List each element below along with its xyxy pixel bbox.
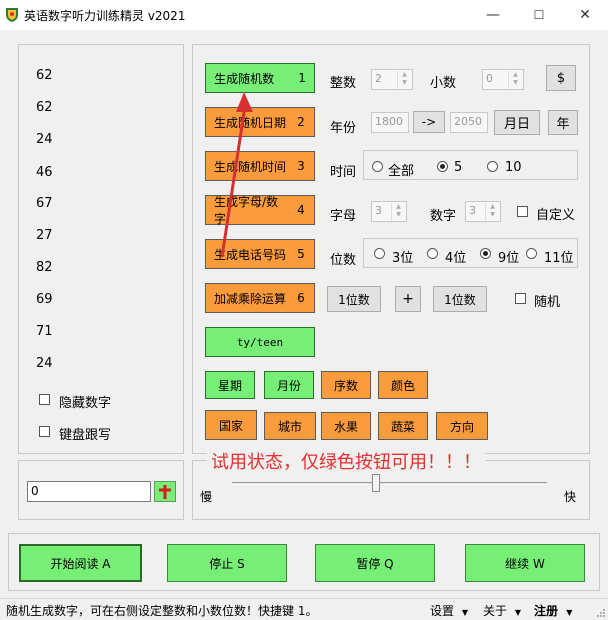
number-item: 71 [36,324,53,339]
spinner-arrows-icon[interactable]: ▲ ▼ [397,71,411,89]
title-bar: 英语数字听力训练精灵 v2021 — ☐ ✕ [0,0,608,30]
time-all-radio[interactable] [372,161,383,172]
month-day-button[interactable]: 月日 [494,110,540,135]
spinner-arrows-icon[interactable]: ▲ ▼ [391,203,405,221]
operator-button[interactable]: + [395,286,421,312]
speed-slider-track[interactable] [232,482,547,485]
time-5-label: 5 [454,160,463,175]
letter-count-spinner[interactable]: 3 ▲ ▼ [371,201,407,222]
keyboard-follow-checkbox[interactable] [39,426,50,437]
color-button[interactable]: 颜色 [378,371,428,399]
letter-count-value: 3 [375,204,382,217]
custom-label: 自定义 [536,208,576,223]
year-button[interactable]: 年 [548,110,578,135]
speed-slider-thumb[interactable] [372,474,380,492]
digits-11-radio[interactable] [526,248,537,259]
trial-notice: 试用状态，仅绿色按钮可用！！！ [207,448,485,474]
keyboard-follow-label: 键盘跟写 [59,428,112,443]
dropdown-icon: ▼ [566,608,573,617]
number-item: 46 [36,165,53,180]
year-to-input[interactable]: 2050 [450,112,488,133]
digit-count-spinner[interactable]: 3 ▲ ▼ [465,201,501,222]
digits-9-radio[interactable] [480,248,491,259]
decimal-value: 0 [486,72,493,85]
dollar-button[interactable]: $ [546,65,576,91]
number-item: 69 [36,292,53,307]
maximize-button[interactable]: ☐ [516,0,562,30]
fruit-button[interactable]: 水果 [321,412,371,440]
status-text: 随机生成数字，可在右侧设定整数和小数位数！快捷键 1。 [6,604,318,618]
answer-input[interactable]: 0 [27,481,151,502]
operand1-digits-button[interactable]: 1位数 [327,286,381,312]
register-label: 注册 [534,604,559,618]
window-title: 英语数字听力训练精灵 v2021 [24,9,186,23]
random-label: 随机 [534,295,561,310]
vegetable-button[interactable]: 蔬菜 [378,412,428,440]
arithmetic-button[interactable]: 加减乘除运算 6 [205,283,315,313]
weekday-button[interactable]: 星期 [205,371,255,399]
country-button[interactable]: 国家 [205,410,257,440]
hide-numbers-checkbox[interactable] [39,394,50,405]
app-icon [6,8,18,22]
speed-fast-label: 快 [564,490,577,504]
digits-4-label: 4位 [445,251,467,266]
digits-3-radio[interactable] [374,248,385,259]
hide-numbers-label: 隐藏数字 [59,396,112,411]
register-menu[interactable]: 注册 ▼ [534,602,572,619]
operand2-digits-button[interactable]: 1位数 [433,286,487,312]
about-menu[interactable]: 关于 ▼ [483,602,521,619]
number-item: 62 [36,100,53,115]
ty-teen-button[interactable]: ty/teen [205,327,315,357]
year-range-arrow-button[interactable]: -> [413,111,445,133]
speed-slow-label: 慢 [200,490,213,504]
time-10-label: 10 [505,160,522,175]
number-item: 24 [36,132,53,147]
number-item: 24 [36,356,53,371]
number-item: 67 [36,196,53,211]
digits-9-label: 9位 [498,251,520,266]
digit-label: 数字 [430,209,457,224]
settings-label: 设置 [430,604,455,618]
about-label: 关于 [483,604,508,618]
spinner-arrows-icon[interactable]: ▲ ▼ [485,203,499,221]
direction-button[interactable]: 方向 [436,412,488,440]
digits-4-radio[interactable] [427,248,438,259]
dropdown-icon: ▼ [461,608,468,617]
digits-3-label: 3位 [392,251,414,266]
cross-button[interactable] [154,481,176,502]
random-checkbox[interactable] [515,293,526,304]
month-button[interactable]: 月份 [264,371,314,399]
digit-count-value: 3 [469,204,476,217]
decimal-label: 小数 [430,76,457,91]
ordinal-button[interactable]: 序数 [321,371,371,399]
arithmetic-label: 加减乘除运算 [214,291,287,306]
time-10-radio[interactable] [487,161,498,172]
decimal-spinner[interactable]: 0 ▲ ▼ [482,69,524,90]
start-reading-button[interactable]: 开始阅读 A [19,544,142,582]
dropdown-icon: ▼ [514,608,521,617]
city-button[interactable]: 城市 [264,412,316,440]
number-item: 27 [36,228,53,243]
annotation-arrow [220,92,253,258]
spinner-arrows-icon[interactable]: ▲ ▼ [508,71,522,89]
integer-value: 2 [375,72,382,85]
cross-icon [159,485,171,499]
arithmetic-key: 6 [297,291,305,305]
resize-grip-icon[interactable] [596,608,606,618]
custom-checkbox[interactable] [517,206,528,217]
minimize-button[interactable]: — [470,0,516,30]
time-5-radio[interactable] [437,161,448,172]
close-button[interactable]: ✕ [562,0,608,30]
settings-menu[interactable]: 设置 ▼ [430,602,468,619]
number-item: 62 [36,68,53,83]
year-from-input[interactable]: 1800 [371,112,409,133]
integer-spinner[interactable]: 2 ▲ ▼ [371,69,413,90]
number-item: 82 [36,260,53,275]
continue-button[interactable]: 继续 W [465,544,585,582]
stop-button[interactable]: 停止 S [167,544,287,582]
time-all-label: 全部 [388,164,415,179]
digits-11-label: 11位 [544,251,574,266]
pause-button[interactable]: 暂停 Q [315,544,435,582]
